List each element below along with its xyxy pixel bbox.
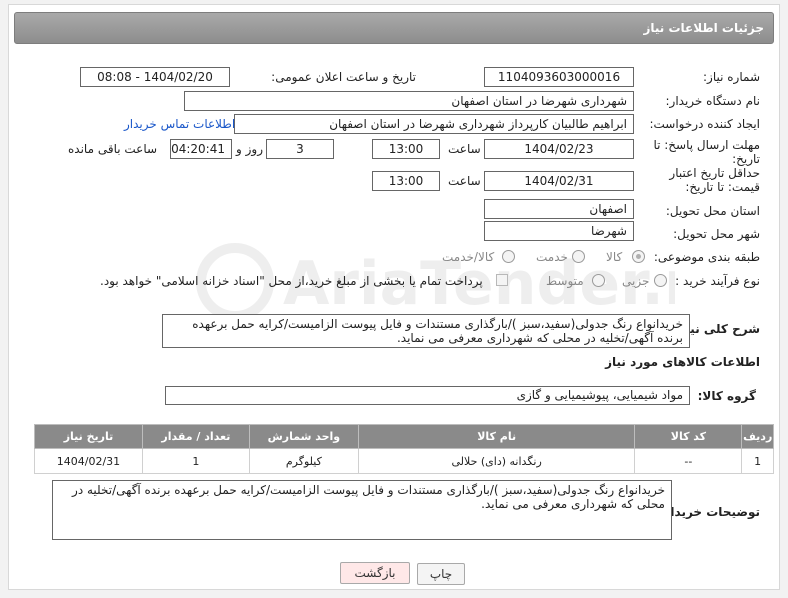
validity-time-label: ساعت [448, 174, 481, 188]
goods-group-field: مواد شیمیایی، پیوشیمیایی و گازی [165, 386, 690, 405]
requester-label: ایجاد کننده درخواست: [649, 117, 760, 131]
contact-info-link[interactable]: اطلاعات تماس خریدار [124, 117, 235, 131]
process-partial-label: جزیی [622, 274, 650, 288]
treasury-payment-note: پرداخت تمام یا بخشی از مبلغ خرید،از محل … [100, 274, 483, 288]
category-service-label: خدمت [536, 250, 568, 264]
province-field: اصفهان [484, 199, 634, 219]
col-header-need-date: تاریخ نیاز [34, 424, 143, 449]
buyer-org-field: شهرداری شهرضا در استان اصفهان [184, 91, 634, 111]
col-header-goods-code: کد کالا [634, 424, 743, 449]
announce-datetime-label: تاریخ و ساعت اعلان عمومی: [271, 70, 416, 84]
buyer-org-label: نام دستگاه خریدار: [665, 94, 761, 108]
city-label: شهر محل تحویل: [673, 227, 760, 241]
back-button[interactable]: بازگشت [340, 562, 410, 584]
remaining-label: ساعت باقی مانده [68, 142, 158, 156]
col-header-row-no: ردیف [741, 424, 774, 449]
page-title: جزئیات اطلاعات نیاز [643, 21, 764, 35]
print-button[interactable]: چاپ [417, 563, 465, 585]
cell-need-date: 1404/02/31 [34, 448, 143, 474]
reply-deadline-label: مهلت ارسال پاسخ: تا تاریخ: [653, 138, 760, 166]
goods-table: ردیف کد کالا نام کالا واحد شمارش تعداد /… [34, 424, 774, 474]
reply-time-label: ساعت [448, 142, 481, 156]
buyer-notes-label: توضیحات خریدار: [658, 505, 760, 519]
process-medium-label: متوسط [546, 274, 584, 288]
validity-time-field: 13:00 [372, 171, 440, 191]
category-goods-radio[interactable] [632, 250, 645, 263]
general-desc-box: خریدانواع رنگ جدولی(سفید،سبز )/بارگذاری … [162, 314, 690, 348]
goods-info-title: اطلاعات کالاهای مورد نیاز [605, 355, 760, 369]
cell-quantity: 1 [141, 448, 250, 474]
remaining-time-field: 04:20:41 [170, 139, 232, 159]
category-goods-service-label: کالا/خدمت [442, 250, 495, 264]
announce-datetime-field: 1404/02/20 - 08:08 [80, 67, 230, 87]
province-label: استان محل تحویل: [665, 204, 760, 218]
process-medium-radio[interactable] [592, 274, 605, 287]
goods-table-header-row: ردیف کد کالا نام کالا واحد شمارش تعداد /… [34, 424, 774, 449]
cell-goods-code: -- [634, 448, 743, 474]
category-goods-label: کالا [606, 250, 623, 264]
process-partial-radio[interactable] [654, 274, 667, 287]
category-label: طبقه بندی موضوعی: [653, 250, 760, 264]
category-service-radio[interactable] [572, 250, 585, 263]
price-validity-label: حداقل تاریخ اعتبار قیمت: تا تاریخ: [669, 166, 760, 194]
buyer-notes-box: خریدانواع رنگ جدولی(سفید،سبز )/بارگذاری … [52, 480, 672, 540]
need-number-field: 1104093603000016 [484, 67, 634, 87]
cell-row-no: 1 [741, 448, 774, 474]
col-header-goods-name: نام کالا [357, 424, 636, 449]
reply-date-field: 1404/02/23 [484, 139, 634, 159]
city-field: شهرضا [484, 221, 634, 241]
day-and-label: روز و [236, 142, 263, 156]
reply-time-field: 13:00 [372, 139, 440, 159]
validity-date-field: 1404/02/31 [484, 171, 634, 191]
reply-days-field: 3 [266, 139, 334, 159]
requester-field: ابراهیم طالبیان کارپرداز شهرداری شهرضا د… [234, 114, 634, 134]
category-goods-service-radio[interactable] [502, 250, 515, 263]
col-header-unit: واحد شمارش [248, 424, 359, 449]
goods-group-label: گروه کالا: [697, 389, 756, 403]
need-number-label: شماره نیاز: [703, 70, 760, 84]
treasury-payment-checkbox[interactable] [496, 274, 508, 286]
cell-goods-name: رنگدانه (دای) حلالی [357, 448, 636, 474]
col-header-quantity: تعداد / مقدار [141, 424, 250, 449]
cell-unit: کیلوگرم [248, 448, 359, 474]
table-row: 1 -- رنگدانه (دای) حلالی کیلوگرم 1 1404/… [34, 448, 774, 474]
process-type-label: نوع فرآیند خرید : [675, 274, 760, 288]
